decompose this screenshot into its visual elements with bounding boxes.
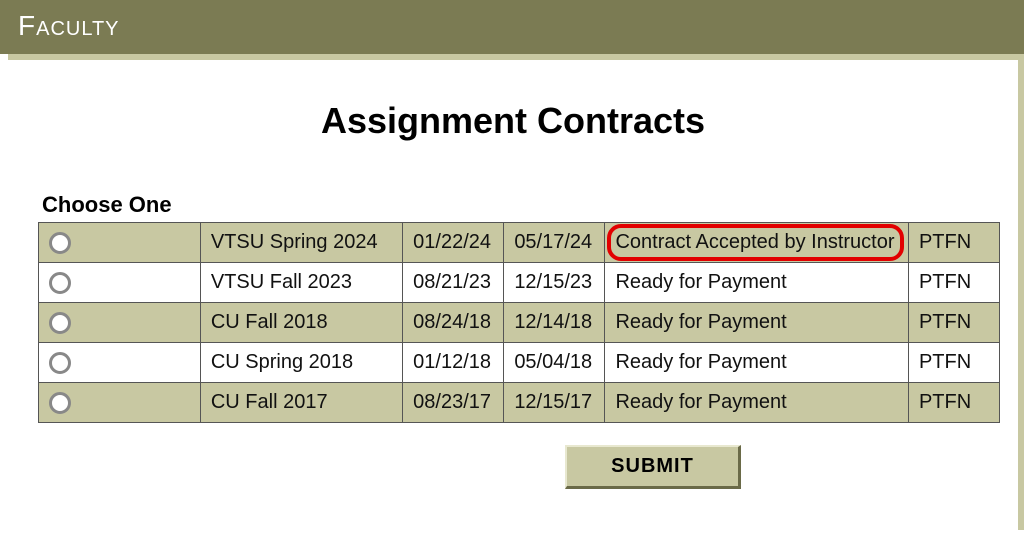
status-text: Ready for Payment — [615, 311, 786, 333]
end-date-cell: 12/15/23 — [504, 263, 605, 303]
status-cell: Ready for Payment — [605, 343, 908, 383]
term-cell: VTSU Fall 2023 — [200, 263, 402, 303]
start-date-cell: 01/12/18 — [403, 343, 504, 383]
table-row: CU Spring 201801/12/1805/04/18 Ready for … — [39, 343, 1000, 383]
header-title: Faculty — [18, 10, 120, 41]
table-row: CU Fall 201808/24/1812/14/18 Ready for Pa… — [39, 303, 1000, 343]
radio-cell — [39, 303, 201, 343]
end-date-cell: 05/04/18 — [504, 343, 605, 383]
status-text: Ready for Payment — [615, 391, 786, 413]
start-date-cell: 08/24/18 — [403, 303, 504, 343]
submit-row: SUBMIT — [38, 445, 988, 489]
start-date-cell: 08/23/17 — [403, 383, 504, 423]
code-cell: PTFN — [908, 223, 999, 263]
radio-cell — [39, 383, 201, 423]
radio-cell — [39, 263, 201, 303]
table-row: CU Fall 201708/23/1712/15/17 Ready for Pa… — [39, 383, 1000, 423]
page-title: Assignment Contracts — [38, 100, 988, 142]
choose-one-label: Choose One — [42, 192, 988, 218]
contract-radio[interactable] — [49, 232, 71, 254]
status-cell: Ready for Payment — [605, 263, 908, 303]
radio-cell — [39, 343, 201, 383]
term-cell: VTSU Spring 2024 — [200, 223, 402, 263]
contract-radio[interactable] — [49, 352, 71, 374]
end-date-cell: 12/15/17 — [504, 383, 605, 423]
end-date-cell: 05/17/24 — [504, 223, 605, 263]
status-text: Ready for Payment — [615, 351, 786, 373]
contracts-table: VTSU Spring 202401/22/2405/17/24 Contract… — [38, 222, 1000, 423]
term-cell: CU Fall 2018 — [200, 303, 402, 343]
status-text: Contract Accepted by Instructor — [615, 231, 894, 253]
radio-cell — [39, 223, 201, 263]
table-row: VTSU Spring 202401/22/2405/17/24 Contract… — [39, 223, 1000, 263]
status-cell: Ready for Payment — [605, 383, 908, 423]
term-cell: CU Spring 2018 — [200, 343, 402, 383]
start-date-cell: 01/22/24 — [403, 223, 504, 263]
table-row: VTSU Fall 202308/21/2312/15/23 Ready for … — [39, 263, 1000, 303]
term-cell: CU Fall 2017 — [200, 383, 402, 423]
contract-radio[interactable] — [49, 272, 71, 294]
code-cell: PTFN — [908, 343, 999, 383]
submit-button[interactable]: SUBMIT — [565, 445, 741, 489]
code-cell: PTFN — [908, 383, 999, 423]
code-cell: PTFN — [908, 263, 999, 303]
contract-radio[interactable] — [49, 392, 71, 414]
end-date-cell: 12/14/18 — [504, 303, 605, 343]
content-panel: Assignment Contracts Choose One VTSU Spr… — [8, 60, 1018, 530]
contract-radio[interactable] — [49, 312, 71, 334]
status-text: Ready for Payment — [615, 271, 786, 293]
status-cell: Ready for Payment — [605, 303, 908, 343]
status-cell: Contract Accepted by Instructor — [605, 223, 908, 263]
outer-frame: Assignment Contracts Choose One VTSU Spr… — [8, 54, 1024, 530]
code-cell: PTFN — [908, 303, 999, 343]
start-date-cell: 08/21/23 — [403, 263, 504, 303]
faculty-header: Faculty — [0, 0, 1024, 54]
